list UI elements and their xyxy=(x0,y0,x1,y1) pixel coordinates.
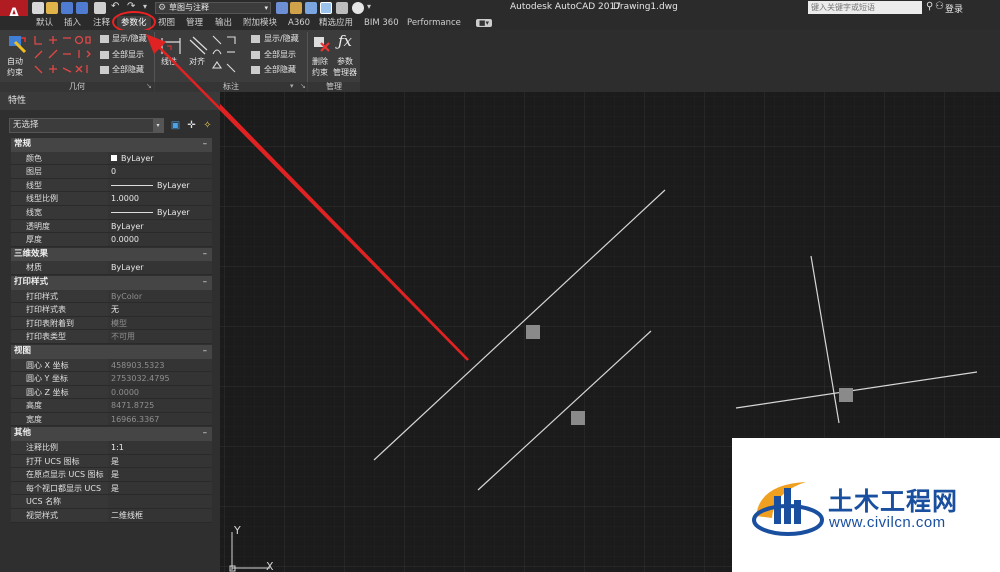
property-row[interactable]: 高度 8471.8725 xyxy=(11,399,212,413)
search-input[interactable]: 键入关键字或短语 xyxy=(808,1,922,14)
property-key: 每个视口都显示 UCS xyxy=(11,481,108,495)
property-row[interactable]: 注释比例 1:1 xyxy=(11,441,212,455)
grip[interactable] xyxy=(839,388,853,402)
property-value[interactable]: 二维线框 xyxy=(108,509,212,522)
property-value: 0.0000 xyxy=(108,385,212,399)
watermark-logo-icon xyxy=(752,482,824,536)
user-icon[interactable]: ⚇ xyxy=(935,1,944,12)
property-value[interactable]: 是 xyxy=(108,468,212,481)
property-value[interactable] xyxy=(108,495,212,509)
property-key: 视觉样式 xyxy=(11,509,108,522)
watermark-url: www.civilcn.com xyxy=(829,514,946,531)
property-value: 8471.8725 xyxy=(108,399,212,412)
ucs-x-label: X xyxy=(266,560,274,572)
property-row[interactable]: 圆心 Z 坐标 0.0000 xyxy=(11,385,212,400)
watermark-title: 土木工程网 xyxy=(828,487,959,516)
property-value[interactable]: 1:1 xyxy=(108,441,212,454)
search-icon[interactable]: ⚲ xyxy=(926,1,933,12)
property-key: 高度 xyxy=(11,399,108,412)
property-key: 宽度 xyxy=(11,412,108,426)
ucs-y-label: Y xyxy=(233,524,241,537)
document-title: Drawing1.dwg xyxy=(613,2,678,12)
grip[interactable] xyxy=(571,411,585,425)
property-row[interactable]: 在原点显示 UCS 图标是 xyxy=(11,468,212,482)
watermark: 土木工程网 www.civilcn.com xyxy=(732,438,1000,572)
login-link[interactable]: 登录 xyxy=(945,2,963,15)
property-value: 16966.3367 xyxy=(108,412,212,426)
property-key: 圆心 Z 坐标 xyxy=(11,385,108,399)
property-key: UCS 名称 xyxy=(11,495,108,509)
property-key: 打开 UCS 图标 xyxy=(11,454,108,468)
property-value[interactable]: 是 xyxy=(108,481,212,495)
property-value[interactable]: 是 xyxy=(108,454,212,468)
property-row[interactable]: 圆心 X 坐标 458903.5323 xyxy=(11,358,212,373)
property-key: 圆心 Y 坐标 xyxy=(11,372,108,385)
property-row[interactable]: 打开 UCS 图标是 xyxy=(11,454,212,469)
ribbon-options-icon[interactable]: ■▾ xyxy=(476,19,492,27)
property-row[interactable]: 视觉样式 二维线框 xyxy=(11,509,212,523)
grip[interactable] xyxy=(526,325,540,339)
property-row[interactable]: 圆心 Y 坐标 2753032.4795 xyxy=(11,372,212,386)
property-key: 圆心 X 坐标 xyxy=(11,358,108,372)
property-value: 2753032.4795 xyxy=(108,372,212,385)
property-row[interactable]: 每个视口都显示 UCS 是 xyxy=(11,481,212,496)
app-title: Autodesk AutoCAD 2017 xyxy=(510,2,621,12)
property-key: 注释比例 xyxy=(11,441,108,454)
annotation-arrow-overlay xyxy=(146,34,469,360)
section-misc[interactable]: 其他 – xyxy=(11,427,212,442)
section-title: 其他 xyxy=(14,428,32,439)
collapse-icon[interactable]: – xyxy=(203,427,207,440)
property-row[interactable]: 宽度 16966.3367 xyxy=(11,412,212,427)
property-value: 458903.5323 xyxy=(108,358,212,372)
property-key: 在原点显示 UCS 图标 xyxy=(11,468,108,481)
property-row[interactable]: UCS 名称 xyxy=(11,495,212,510)
